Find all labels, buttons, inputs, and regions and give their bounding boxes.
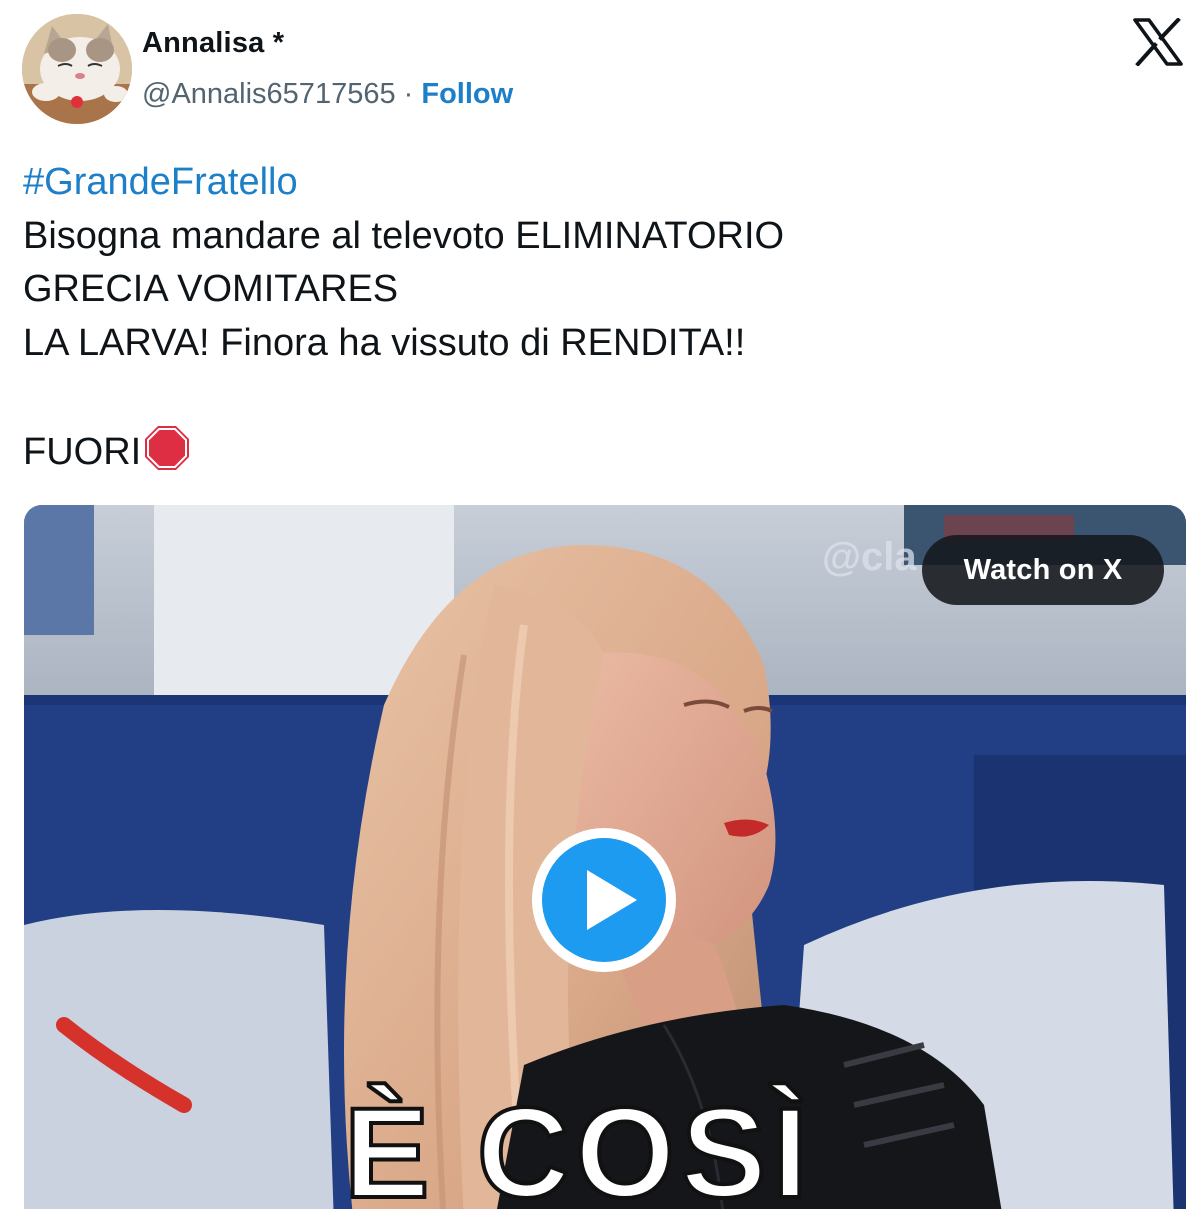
author-display-name[interactable]: Annalisa * [142,27,284,60]
tweet-card: Annalisa * @Annalis65717565 · Follow #Gr… [0,0,1200,1209]
avatar[interactable] [22,14,132,124]
tweet-line: GRECIA VOMITARES [23,268,399,310]
video-caption: È COSÌ [342,1080,814,1209]
tweet-line: Bisogna mandare al televoto ELIMINATORIO [23,214,785,257]
stop-sign-icon [145,425,190,470]
x-logo-icon[interactable] [1133,18,1183,66]
author-handle-row: @Annalis65717565 · Follow [142,78,513,111]
tweet-line: FUORI [23,430,142,473]
tweet-line: LA LARVA! Finora ha vissuto di RENDITA!! [23,321,746,364]
tweet-text: #GrandeFratello Bisogna mandare al telev… [23,156,784,477]
handle-separator: · [395,78,422,110]
play-icon[interactable] [529,825,679,975]
video-thumbnail[interactable]: @cla Watch on X È COSÌ [24,505,1186,1209]
watch-on-x-button[interactable]: Watch on X [922,535,1164,605]
follow-button[interactable]: Follow [421,78,513,110]
cat-avatar-icon [22,14,132,124]
author-handle[interactable]: @Annalis65717565 [142,78,396,110]
hashtag-link[interactable]: #GrandeFratello [23,161,298,203]
video-watermark: @cla [822,535,917,579]
